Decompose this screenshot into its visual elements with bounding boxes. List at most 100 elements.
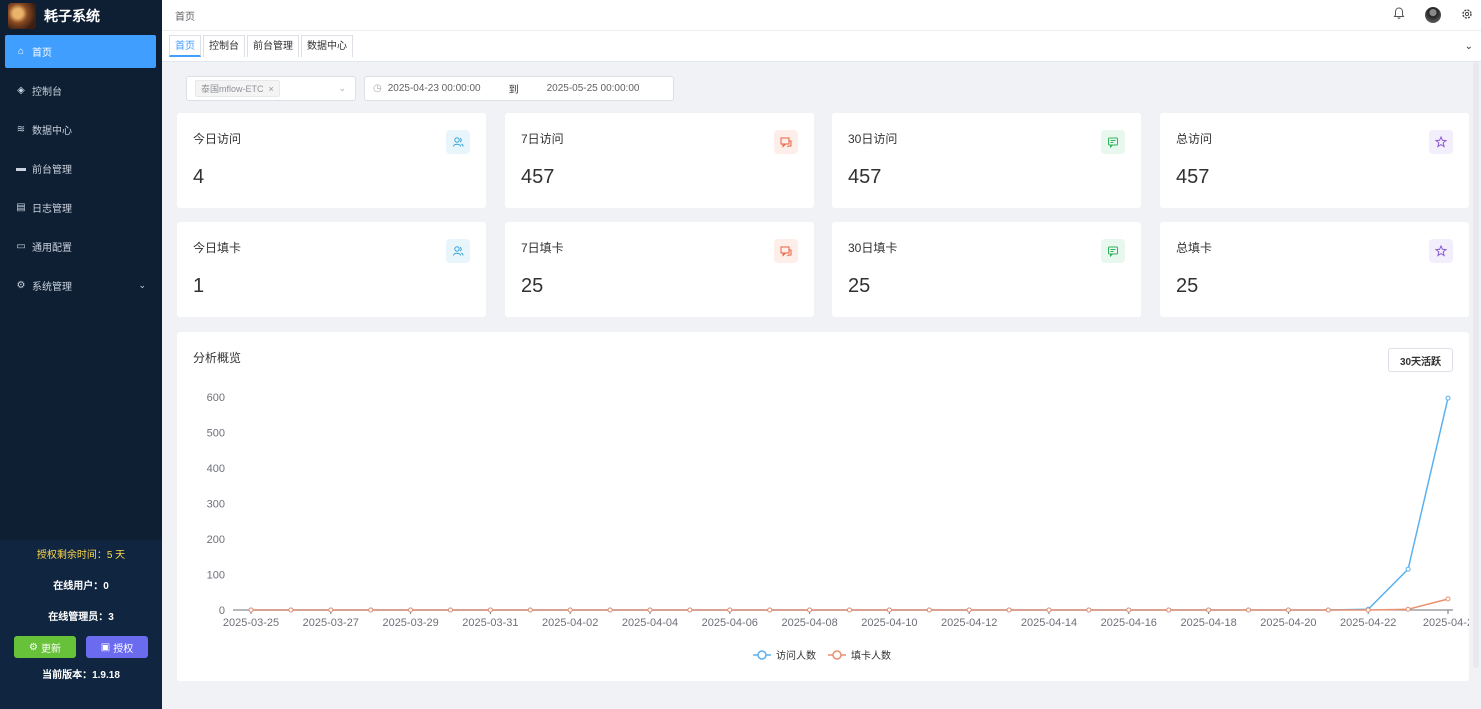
- filter-bar: 泰国mflow-ETC × ⌄ ◷ 2025-04-23 00:00:00 到 …: [186, 76, 674, 101]
- y-tick-label: 300: [207, 499, 225, 511]
- x-tick-label: 2025-04-2: [1423, 617, 1469, 629]
- data-point: [328, 607, 334, 613]
- clock-icon: ◷: [373, 83, 382, 94]
- selected-chip: 泰国mflow-ETC ×: [195, 80, 280, 97]
- data-point: [567, 607, 573, 613]
- tab-home[interactable]: 首页: [169, 35, 201, 57]
- stat-card-today-cards: 今日填卡 1: [177, 222, 486, 317]
- sidebar-item-home[interactable]: ⌂ 首页: [5, 35, 156, 68]
- tab-data-center[interactable]: 数据中心: [301, 35, 353, 57]
- stat-value: 25: [1176, 275, 1199, 297]
- tab-frontend[interactable]: 前台管理: [247, 35, 299, 57]
- toolbox-icon: ▭: [16, 241, 26, 252]
- date-range-separator: 到: [508, 85, 519, 96]
- app-root: 耗子系统 ⌂ 首页 ◈ 控制台 ≋ 数据中心 ▬ 前台管理 ▤ 日志管理 ▭ 通…: [0, 0, 1481, 709]
- data-point: [647, 607, 653, 613]
- line-chart: 0 100 200 300 400 500 600 2025-03-25 2025-03-27 2…: [207, 392, 1469, 662]
- x-tick-label: 2025-04-22: [1340, 617, 1396, 629]
- license-buttons: ⚙ 更新 ▣ 授权: [0, 636, 162, 658]
- chip-label: 泰国mflow-ETC: [201, 84, 264, 94]
- star-icon: [1429, 239, 1453, 263]
- data-point: [368, 607, 374, 613]
- date-end-input[interactable]: 2025-05-25 00:00:00: [547, 83, 640, 94]
- stat-card-today-visits: 今日访问 4: [177, 113, 486, 208]
- data-point: [687, 607, 693, 613]
- avatar[interactable]: [1425, 7, 1441, 23]
- book-icon: ▤: [16, 202, 26, 213]
- sidebar-item-frontend[interactable]: ▬ 前台管理: [0, 149, 162, 188]
- y-tick-label: 0: [219, 605, 225, 617]
- settings-icon[interactable]: [1461, 8, 1473, 23]
- data-point: [487, 607, 493, 613]
- stat-card-7d-cards: 7日填卡 25: [505, 222, 814, 317]
- stat-label: 今日填卡: [193, 241, 242, 255]
- stat-value: 25: [848, 275, 871, 297]
- stat-value: 4: [193, 166, 205, 188]
- data-point: [926, 607, 932, 613]
- x-tick-label: 2025-03-27: [303, 617, 359, 629]
- breadcrumb[interactable]: 首页: [175, 8, 195, 23]
- header-tools: [1393, 0, 1481, 30]
- sidebar: 耗子系统 ⌂ 首页 ◈ 控制台 ≋ 数据中心 ▬ 前台管理 ▤ 日志管理 ▭ 通…: [0, 0, 162, 709]
- close-icon[interactable]: ×: [269, 84, 274, 94]
- sidebar-item-system[interactable]: ⚙ 系统管理 ⌄: [0, 266, 162, 305]
- scrollbar[interactable]: [1473, 62, 1479, 668]
- sidebar-item-label: 控制台: [32, 87, 62, 98]
- tab-console[interactable]: 控制台: [203, 35, 245, 57]
- x-tick-label: 2025-04-04: [622, 617, 678, 629]
- x-tick-label: 2025-03-31: [462, 617, 518, 629]
- home-icon: ⌂: [17, 46, 25, 57]
- gift-icon: ▣: [100, 641, 111, 653]
- date-range-picker[interactable]: ◷ 2025-04-23 00:00:00 到 2025-05-25 00:00…: [364, 76, 674, 101]
- chevron-down-icon[interactable]: ⌄: [138, 280, 146, 291]
- stat-label: 总填卡: [1176, 241, 1213, 255]
- date-start-input[interactable]: 2025-04-23 00:00:00: [388, 83, 481, 94]
- data-point: [886, 607, 892, 613]
- layers-icon: ≋: [16, 124, 26, 135]
- legend-label: 访问人数: [776, 649, 816, 662]
- data-point: [1405, 566, 1411, 572]
- star-icon: [1429, 130, 1453, 154]
- y-tick-label: 400: [207, 463, 225, 475]
- sidebar-item-config[interactable]: ▭ 通用配置: [0, 227, 162, 266]
- x-tick-label: 2025-04-10: [861, 617, 917, 629]
- message-icon: [1101, 130, 1125, 154]
- online-admins: 在线管理员：3: [48, 612, 114, 623]
- gear-icon: ⚙: [16, 280, 26, 291]
- chevron-down-icon[interactable]: ⌄: [1465, 41, 1473, 52]
- app-logo: [8, 3, 36, 29]
- update-button-label: 更新: [40, 643, 61, 655]
- auth-button[interactable]: ▣ 授权: [86, 636, 148, 658]
- data-point: [1285, 607, 1291, 613]
- sidebar-item-label: 数据中心: [32, 126, 72, 137]
- sidebar-item-data-center[interactable]: ≋ 数据中心: [0, 110, 162, 149]
- data-point: [1086, 607, 1092, 613]
- x-tick-label: 2025-04-08: [781, 617, 837, 629]
- stat-label: 总访问: [1176, 132, 1213, 146]
- x-tick-label: 2025-04-02: [542, 617, 598, 629]
- sidebar-item-logs[interactable]: ▤ 日志管理: [0, 188, 162, 227]
- sidebar-item-label: 通用配置: [32, 243, 72, 254]
- data-point: [966, 607, 972, 613]
- cube-icon: ◈: [17, 85, 25, 96]
- tab-bar: 首页 控制台 前台管理 数据中心 ⌄: [162, 31, 1481, 62]
- data-point: [807, 607, 813, 613]
- chevron-down-icon: ⌄: [338, 83, 346, 93]
- stat-label: 今日访问: [193, 132, 242, 146]
- data-point: [727, 607, 733, 613]
- update-button[interactable]: ⚙ 更新: [14, 636, 76, 658]
- site-select[interactable]: 泰国mflow-ETC × ⌄: [186, 76, 356, 101]
- sidebar-item-label: 系统管理: [32, 282, 72, 293]
- y-tick-label: 500: [207, 428, 225, 440]
- bell-icon[interactable]: [1393, 7, 1405, 23]
- series-line-1: [251, 397, 1449, 611]
- data-point: [448, 607, 453, 613]
- sidebar-item-console[interactable]: ◈ 控制台: [0, 71, 162, 110]
- stat-value: 457: [521, 166, 555, 188]
- data-point: [1325, 607, 1331, 613]
- x-tick-label: 2025-04-14: [1021, 617, 1077, 629]
- stat-value: 457: [848, 166, 882, 188]
- sidebar-item-label: 日志管理: [32, 204, 72, 215]
- store-icon: ▬: [16, 163, 26, 174]
- stat-label: 7日访问: [521, 132, 564, 146]
